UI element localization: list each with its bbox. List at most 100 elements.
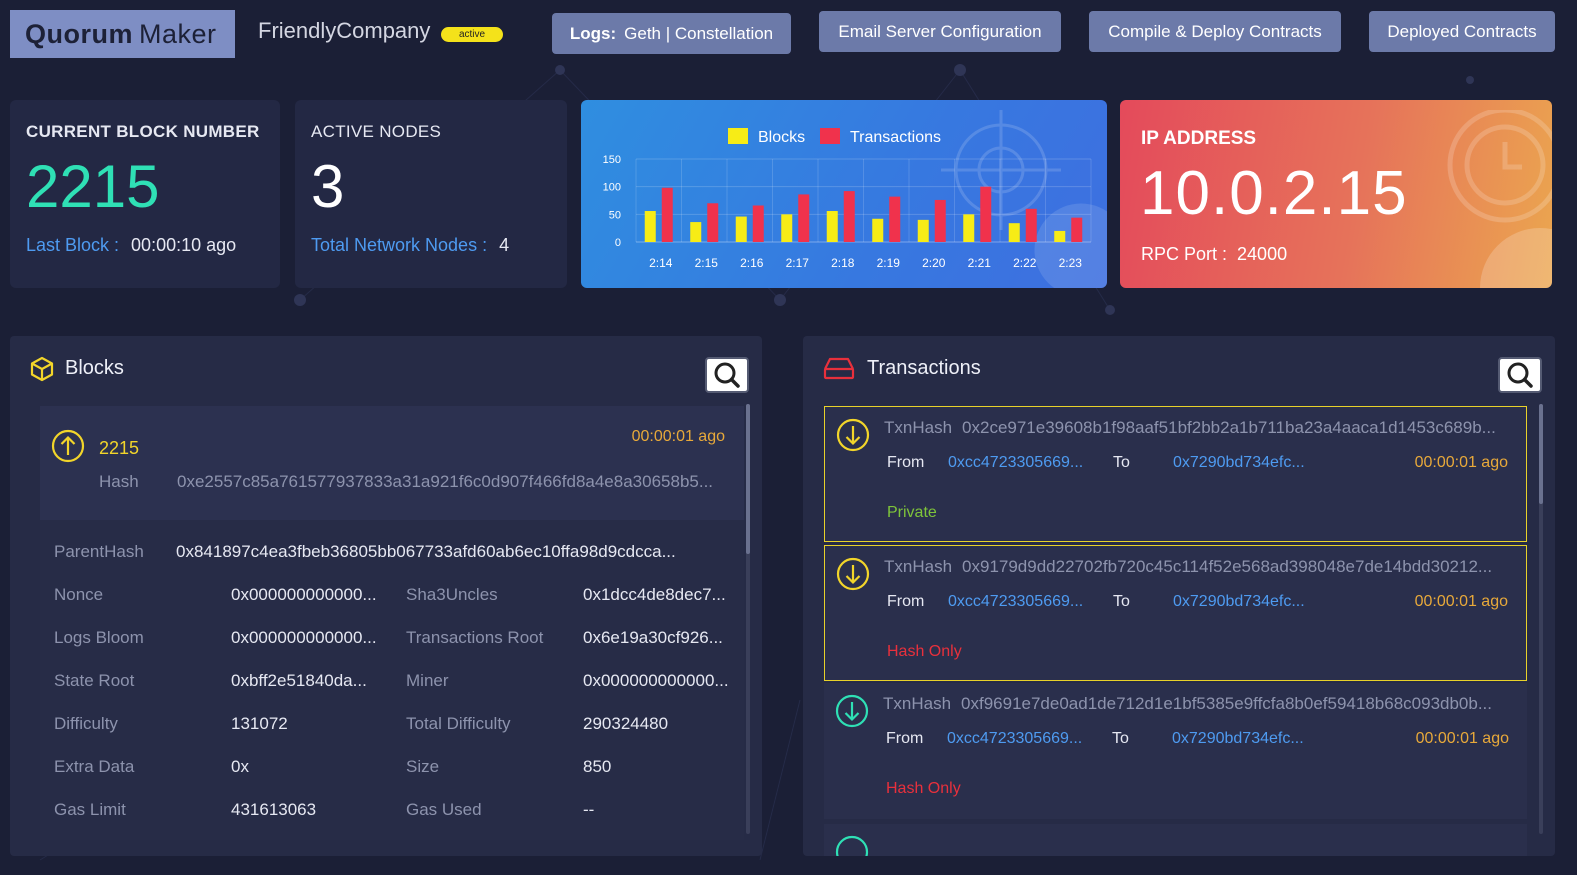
txn-from-address[interactable]: 0xcc4723305669... xyxy=(948,593,1088,611)
current-block-label: CURRENT BLOCK NUMBER xyxy=(26,122,260,141)
chart-bar-blocks xyxy=(917,219,929,242)
total-nodes-value: 4 xyxy=(499,235,510,255)
block-detail-value: 0x6e19a30cf926... xyxy=(583,628,723,647)
block-detail-value: -- xyxy=(583,800,595,819)
block-detail-value: 0x000000000000... xyxy=(231,628,377,647)
transaction-item[interactable]: TxnHash 0xf9691e7de0ad1de712d1e1bf5385e9f… xyxy=(824,683,1527,819)
txn-hash-line: TxnHash 0x2ce971e39608b1f98aaf51bf2bb2a1b… xyxy=(884,418,1524,438)
rpc-port-info: RPC Port : 24000 xyxy=(1141,244,1287,265)
chart-bar-blocks xyxy=(963,214,975,242)
active-nodes-label: ACTIVE NODES xyxy=(311,122,442,141)
txn-to-address[interactable]: 0x7290bd734efc... xyxy=(1172,730,1310,748)
chart-bar-transactions xyxy=(1071,217,1083,242)
txn-from-label: From xyxy=(887,593,925,610)
block-detail-row: Difficulty 131072 Total Difficulty 29032448… xyxy=(40,714,744,744)
chart-legend-label: Transactions xyxy=(850,129,941,146)
logs-button-label: Logs: xyxy=(569,23,617,43)
chart-bar-blocks xyxy=(826,211,838,242)
latest-block-number[interactable]: 2215 xyxy=(99,438,139,459)
parent-hash-row: ParentHash 0x841897c4ea3fbeb36805bb06773… xyxy=(40,542,744,572)
last-block-value: 00:00:10 ago xyxy=(131,235,237,255)
chart-bar-transactions xyxy=(889,196,901,242)
logs-button[interactable]: Logs: Geth | Constellation xyxy=(552,13,791,54)
blocks-search-button[interactable] xyxy=(705,357,749,393)
transactions-scrollbar-thumb[interactable] xyxy=(1539,404,1543,504)
block-detail-label: Miner xyxy=(406,671,449,690)
block-detail-value: 0x1dcc4de8dec7... xyxy=(583,585,726,604)
block-detail-value: 0x000000000000... xyxy=(583,671,729,690)
txn-hash-line: TxnHash 0x9179d9dd22702fb720c45c114f52e56… xyxy=(884,557,1524,577)
chart-y-tick-label: 50 xyxy=(609,209,621,221)
last-block-info: Last Block : 00:00:10 ago xyxy=(26,235,236,256)
chart-x-tick-label: 2:19 xyxy=(877,256,901,270)
blocks-panel: Blocks 2215 00:00:01 ago Hash 0xe2557c85… xyxy=(10,336,762,856)
chart-legend-swatch xyxy=(728,128,748,144)
block-detail-label: Extra Data xyxy=(54,757,135,776)
txn-hash-value[interactable]: 0x2ce971e39608b1f98aaf51bf2bb2a1b711ba23… xyxy=(962,418,1496,437)
txn-hash-line: TxnHash 0xf9691e7de0ad1de712d1e1bf5385e9f… xyxy=(883,694,1523,714)
txn-to-label: To xyxy=(1112,730,1129,747)
block-detail-row: Gas Limit 431613063 Gas Used -- xyxy=(40,800,744,830)
chart-bar-transactions xyxy=(1025,208,1037,242)
txn-to-address[interactable]: 0x7290bd734efc... xyxy=(1173,454,1311,472)
logo-rest-text: Maker xyxy=(139,18,217,49)
block-detail-label: Gas Used xyxy=(406,800,482,819)
active-nodes-value: 3 xyxy=(311,153,345,220)
transactions-panel-title: Transactions xyxy=(867,357,981,379)
blocks-scrollbar-thumb[interactable] xyxy=(746,404,750,554)
arrow-down-circle-icon xyxy=(835,835,869,856)
app-logo[interactable]: Quorum Maker xyxy=(10,10,235,58)
txn-hash-value[interactable]: 0xf9691e7de0ad1de712d1e1bf5385e9ffcfa8b0… xyxy=(961,694,1492,713)
txn-privacy-status: Hash Only xyxy=(887,643,962,660)
transaction-item-partial[interactable] xyxy=(824,824,1527,856)
parent-hash-label: ParentHash xyxy=(54,542,144,561)
chart-bar-transactions xyxy=(661,187,673,242)
block-detail-label: State Root xyxy=(54,671,135,690)
transaction-item[interactable]: TxnHash 0x9179d9dd22702fb720c45c114f52e56… xyxy=(824,545,1527,681)
arrow-down-circle-icon xyxy=(836,418,870,452)
block-detail-label: Gas Limit xyxy=(54,800,126,819)
current-block-card: CURRENT BLOCK NUMBER 2215 Last Block : 00… xyxy=(10,100,280,288)
txn-to-label: To xyxy=(1113,593,1130,610)
txn-hash-label: TxnHash xyxy=(883,694,952,713)
transaction-item[interactable]: TxnHash 0x2ce971e39608b1f98aaf51bf2bb2a1b… xyxy=(824,406,1527,542)
txn-hash-label: TxnHash xyxy=(884,418,953,437)
chart-y-tick-label: 0 xyxy=(615,237,621,249)
transactions-search-button[interactable] xyxy=(1498,357,1542,393)
clock-watermark-icon xyxy=(1447,110,1552,288)
txn-to-address[interactable]: 0x7290bd734efc... xyxy=(1173,593,1311,611)
arrow-up-circle-icon xyxy=(51,429,85,463)
txn-hash-value[interactable]: 0x9179d9dd22702fb720c45c114f52e568ad3980… xyxy=(962,557,1492,576)
chart-x-tick-label: 2:18 xyxy=(831,256,855,270)
chart-x-tick-label: 2:15 xyxy=(695,256,719,270)
txn-from-address[interactable]: 0xcc4723305669... xyxy=(948,454,1088,472)
chart-legend-swatch xyxy=(820,128,840,144)
total-nodes-label: Total Network Nodes : xyxy=(311,235,488,255)
chart-legend-label: Blocks xyxy=(758,129,805,146)
txn-time: 00:00:01 ago xyxy=(1414,454,1508,471)
block-detail-label: Nonce xyxy=(54,585,104,604)
search-icon xyxy=(714,362,740,388)
ip-address-label: IP ADDRESS xyxy=(1141,128,1257,149)
chart-bar-blocks xyxy=(735,216,747,242)
txn-privacy-status: Private xyxy=(887,504,937,521)
chart-x-tick-label: 2:16 xyxy=(740,256,764,270)
total-nodes-info: Total Network Nodes : 4 xyxy=(311,235,509,256)
block-hash-label: Hash xyxy=(99,472,139,491)
email-server-config-button[interactable]: Email Server Configuration xyxy=(819,11,1061,52)
latest-block-item[interactable]: 2215 00:00:01 ago Hash 0xe2557c85a761577… xyxy=(40,406,744,521)
chart-x-tick-label: 2:21 xyxy=(968,256,992,270)
block-detail-value: 290324480 xyxy=(583,714,669,733)
compile-deploy-button[interactable]: Compile & Deploy Contracts xyxy=(1089,11,1341,52)
block-detail-label: Size xyxy=(406,757,440,776)
deployed-contracts-button[interactable]: Deployed Contracts xyxy=(1369,11,1555,52)
txn-from-address[interactable]: 0xcc4723305669... xyxy=(947,730,1087,748)
block-detail-label: Logs Bloom xyxy=(54,628,144,647)
txn-hash-label: TxnHash xyxy=(884,557,953,576)
logs-button-options: Geth | Constellation xyxy=(624,23,774,43)
company-name: FriendlyCompany xyxy=(258,18,431,43)
chart-bar-blocks xyxy=(872,218,884,242)
block-detail-value: 0x000000000000... xyxy=(231,585,377,604)
chart-bar-blocks xyxy=(690,222,702,242)
last-block-label: Last Block : xyxy=(26,235,120,255)
